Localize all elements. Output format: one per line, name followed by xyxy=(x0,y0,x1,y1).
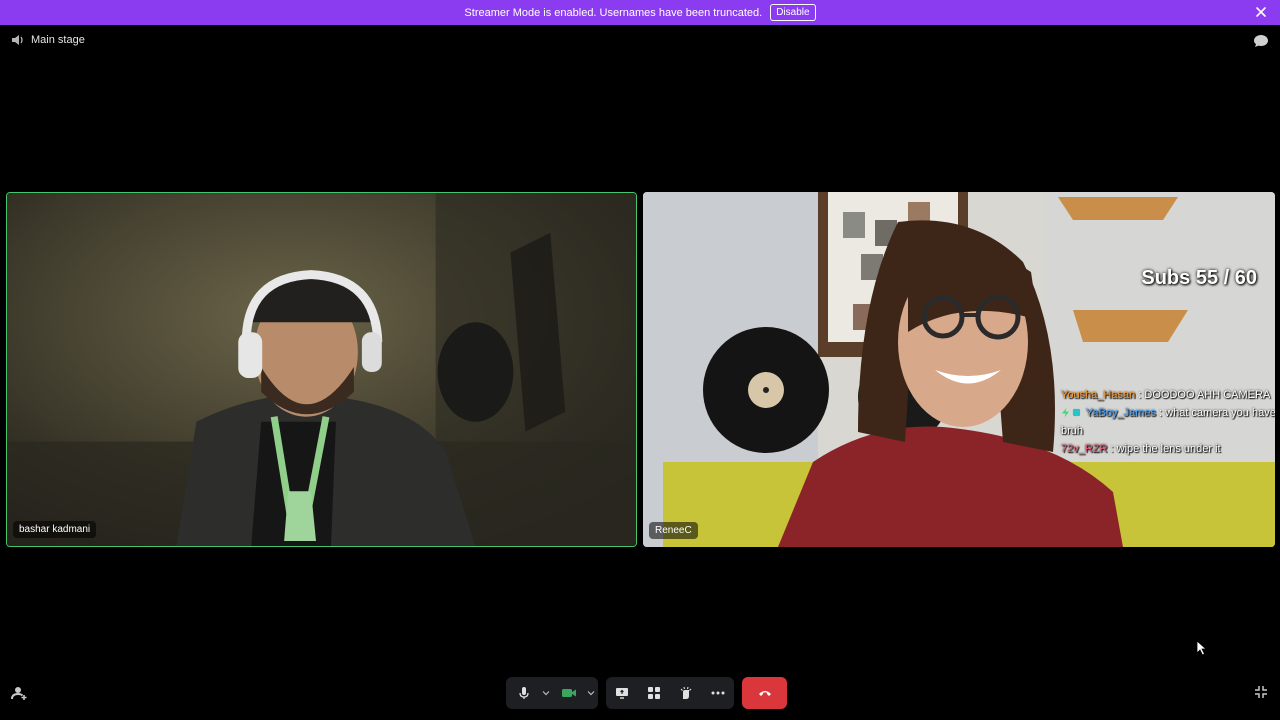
mouse-cursor-icon xyxy=(1196,640,1208,656)
disable-streamer-mode-button[interactable]: Disable xyxy=(770,4,816,21)
streamer-mode-banner: Streamer Mode is enabled. Usernames have… xyxy=(0,0,1280,25)
stage-icon xyxy=(12,35,23,45)
chevron-down-icon xyxy=(542,691,550,696)
activities-button[interactable] xyxy=(638,677,670,709)
fullscreen-exit-icon[interactable] xyxy=(1254,685,1268,699)
screen-share-icon xyxy=(616,688,628,699)
chat-icon[interactable] xyxy=(1253,33,1269,49)
chat-text: : DOODOO AHH CAMERA xyxy=(1138,389,1271,401)
stream-chat-overlay: Yousha_Hasan : DOODOO AHH CAMERA YaBoy_J… xyxy=(1061,386,1275,458)
camera-button[interactable] xyxy=(553,677,584,709)
activity-controls xyxy=(606,677,734,709)
subscriber-badge-icon xyxy=(1072,408,1081,417)
participant-tile[interactable]: Subs 55 / 60 Yousha_Hasan : DOODOO AHH C… xyxy=(643,192,1275,547)
participant-video-feed xyxy=(643,192,1275,547)
more-options-button[interactable] xyxy=(702,677,734,709)
chat-text: : wipe the lens under it xyxy=(1110,443,1221,455)
more-icon xyxy=(711,691,725,695)
camera-icon xyxy=(561,689,576,697)
page-title: Main stage xyxy=(31,34,85,46)
activities-icon xyxy=(648,687,660,699)
close-icon[interactable] xyxy=(1254,5,1268,19)
subs-counter-overlay: Subs 55 / 60 xyxy=(1141,267,1257,289)
chat-message: Yousha_Hasan : DOODOO AHH CAMERA xyxy=(1061,386,1275,404)
stage-header: Main stage xyxy=(10,33,85,47)
lightning-badge-icon xyxy=(1061,408,1070,417)
audio-options-button[interactable] xyxy=(539,677,553,709)
chat-message: YaBoy_James : what camera you have bruh xyxy=(1061,404,1275,440)
audio-video-controls xyxy=(506,677,598,709)
disconnect-button[interactable] xyxy=(742,677,787,709)
chat-username: YaBoy_James xyxy=(1085,407,1156,419)
banner-message: Streamer Mode is enabled. Usernames have… xyxy=(464,6,763,19)
chat-message: 72v_RZR : wipe the lens under it xyxy=(1061,440,1275,458)
invite-icon[interactable] xyxy=(11,685,27,701)
soundboard-button[interactable] xyxy=(670,677,702,709)
screen-share-button[interactable] xyxy=(606,677,638,709)
hang-up-icon xyxy=(758,691,771,696)
participant-video-feed xyxy=(7,193,636,546)
mic-icon xyxy=(518,687,529,699)
participant-name-tag: bashar kadmani xyxy=(13,521,97,538)
participant-tile-speaking[interactable]: bashar kadmani xyxy=(6,192,637,547)
participant-name-tag: ReneeC xyxy=(649,522,698,539)
mute-button[interactable] xyxy=(508,677,539,709)
chevron-down-icon xyxy=(587,691,595,696)
chat-username: Yousha_Hasan xyxy=(1061,389,1136,401)
video-options-button[interactable] xyxy=(584,677,598,709)
soundboard-icon xyxy=(680,686,692,699)
chat-username: 72v_RZR xyxy=(1061,443,1108,455)
